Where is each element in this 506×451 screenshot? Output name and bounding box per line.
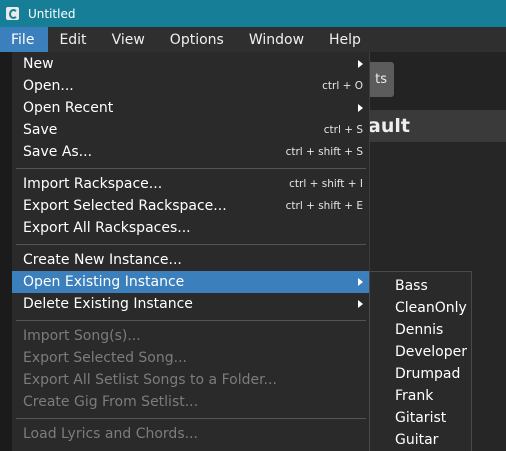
menu-item-save[interactable]: Save ctrl + S [12, 119, 369, 141]
menu-item-label: Export Selected Rackspace... [23, 198, 227, 214]
submenu-item-label: Bass [395, 278, 428, 294]
submenu-arrow-icon [358, 60, 363, 68]
menu-file[interactable]: File [0, 27, 49, 52]
file-menu: New Open... ctrl + O Open Recent Save ct… [12, 52, 370, 451]
menu-item-label: Open... [23, 78, 74, 94]
menu-item-label: Open Existing Instance [23, 274, 185, 290]
window-title: Untitled [28, 6, 76, 21]
submenu-item-dennis[interactable]: Dennis [370, 319, 471, 341]
menu-separator [16, 320, 366, 321]
menu-item-label: Load Lyrics and Chords... [23, 426, 198, 442]
toolbar-button-label: ts [375, 72, 387, 87]
menu-options[interactable]: Options [159, 27, 238, 52]
menu-item-delete-existing-instance[interactable]: Delete Existing Instance [12, 293, 369, 315]
menu-item-label: Export Selected Song... [23, 350, 187, 366]
menu-item-label: Create Gig From Setlist... [23, 394, 199, 410]
menu-separator [16, 244, 366, 245]
submenu-item-guitar[interactable]: Guitar [370, 429, 471, 451]
menu-item-label: Export All Rackspaces... [23, 220, 191, 236]
submenu-item-drumpad[interactable]: Drumpad [370, 363, 471, 385]
submenu-item-label: Gitarist [395, 410, 447, 426]
submenu-item-frank[interactable]: Frank [370, 385, 471, 407]
menu-window[interactable]: Window [238, 27, 318, 52]
submenu-item-developer[interactable]: Developer [370, 341, 471, 363]
menu-item-label: Import Rackspace... [23, 176, 163, 192]
menu-edit[interactable]: Edit [48, 27, 100, 52]
menu-item-shortcut: ctrl + shift + I [289, 178, 363, 190]
submenu-item-label: Frank [395, 388, 434, 404]
menu-view[interactable]: View [101, 27, 159, 52]
menu-item-shortcut: ctrl + S [323, 124, 363, 136]
menu-item-label: Import Song(s)... [23, 328, 141, 344]
menu-bar: File Edit View Options Window Help [0, 27, 506, 52]
submenu-arrow-icon [358, 278, 363, 286]
menu-item-load-lyrics-and-chords: Load Lyrics and Chords... [12, 423, 369, 445]
menu-item-shortcut: ctrl + O [322, 80, 363, 92]
submenu-item-label: Guitar [395, 432, 439, 448]
menu-separator [16, 418, 366, 419]
submenu-item-bass[interactable]: Bass [370, 275, 471, 297]
menu-item-label: Save [23, 122, 58, 138]
menu-help[interactable]: Help [318, 27, 375, 52]
title-bar: Untitled [0, 0, 506, 27]
menu-item-label: Delete Existing Instance [23, 296, 193, 312]
submenu-arrow-icon [358, 300, 363, 308]
instance-submenu: Bass CleanOnly Dennis Developer Drumpad … [369, 271, 472, 451]
menu-item-label: Open Recent [23, 100, 114, 116]
rackspace-header: ault [368, 110, 506, 142]
menu-item-new[interactable]: New [12, 53, 369, 75]
submenu-item-label: Drumpad [395, 366, 461, 382]
menu-item-shortcut: ctrl + shift + E [285, 200, 363, 212]
menu-item-open-recent[interactable]: Open Recent [12, 97, 369, 119]
menu-item-open[interactable]: Open... ctrl + O [12, 75, 369, 97]
app-logo-icon [6, 7, 19, 20]
menu-item-label: Save As... [23, 144, 93, 160]
submenu-item-gitarist[interactable]: Gitarist [370, 407, 471, 429]
menu-item-shortcut: ctrl + shift + S [285, 146, 363, 158]
menu-item-export-all-rackspaces[interactable]: Export All Rackspaces... [12, 217, 369, 239]
menu-item-import-rackspace[interactable]: Import Rackspace... ctrl + shift + I [12, 173, 369, 195]
rackspace-header-text: ault [368, 115, 410, 137]
menu-item-import-songs: Import Song(s)... [12, 325, 369, 347]
submenu-item-label: Dennis [395, 322, 444, 338]
menu-item-label: Create New Instance... [23, 252, 182, 268]
menu-item-export-selected-rackspace[interactable]: Export Selected Rackspace... ctrl + shif… [12, 195, 369, 217]
submenu-arrow-icon [358, 104, 363, 112]
menu-item-create-gig-from-setlist: Create Gig From Setlist... [12, 391, 369, 413]
menu-separator [16, 168, 366, 169]
menu-item-open-existing-instance[interactable]: Open Existing Instance [12, 271, 369, 293]
menu-item-label: New [23, 56, 54, 72]
submenu-item-label: Developer [395, 344, 468, 360]
menu-item-export-selected-song: Export Selected Song... [12, 347, 369, 369]
menu-item-create-new-instance[interactable]: Create New Instance... [12, 249, 369, 271]
submenu-item-cleanonly[interactable]: CleanOnly [370, 297, 471, 319]
menu-item-export-all-setlist-songs: Export All Setlist Songs to a Folder... [12, 369, 369, 391]
submenu-item-label: CleanOnly [395, 300, 467, 316]
menu-item-label: Export All Setlist Songs to a Folder... [23, 372, 277, 388]
menu-item-save-as[interactable]: Save As... ctrl + shift + S [12, 141, 369, 163]
